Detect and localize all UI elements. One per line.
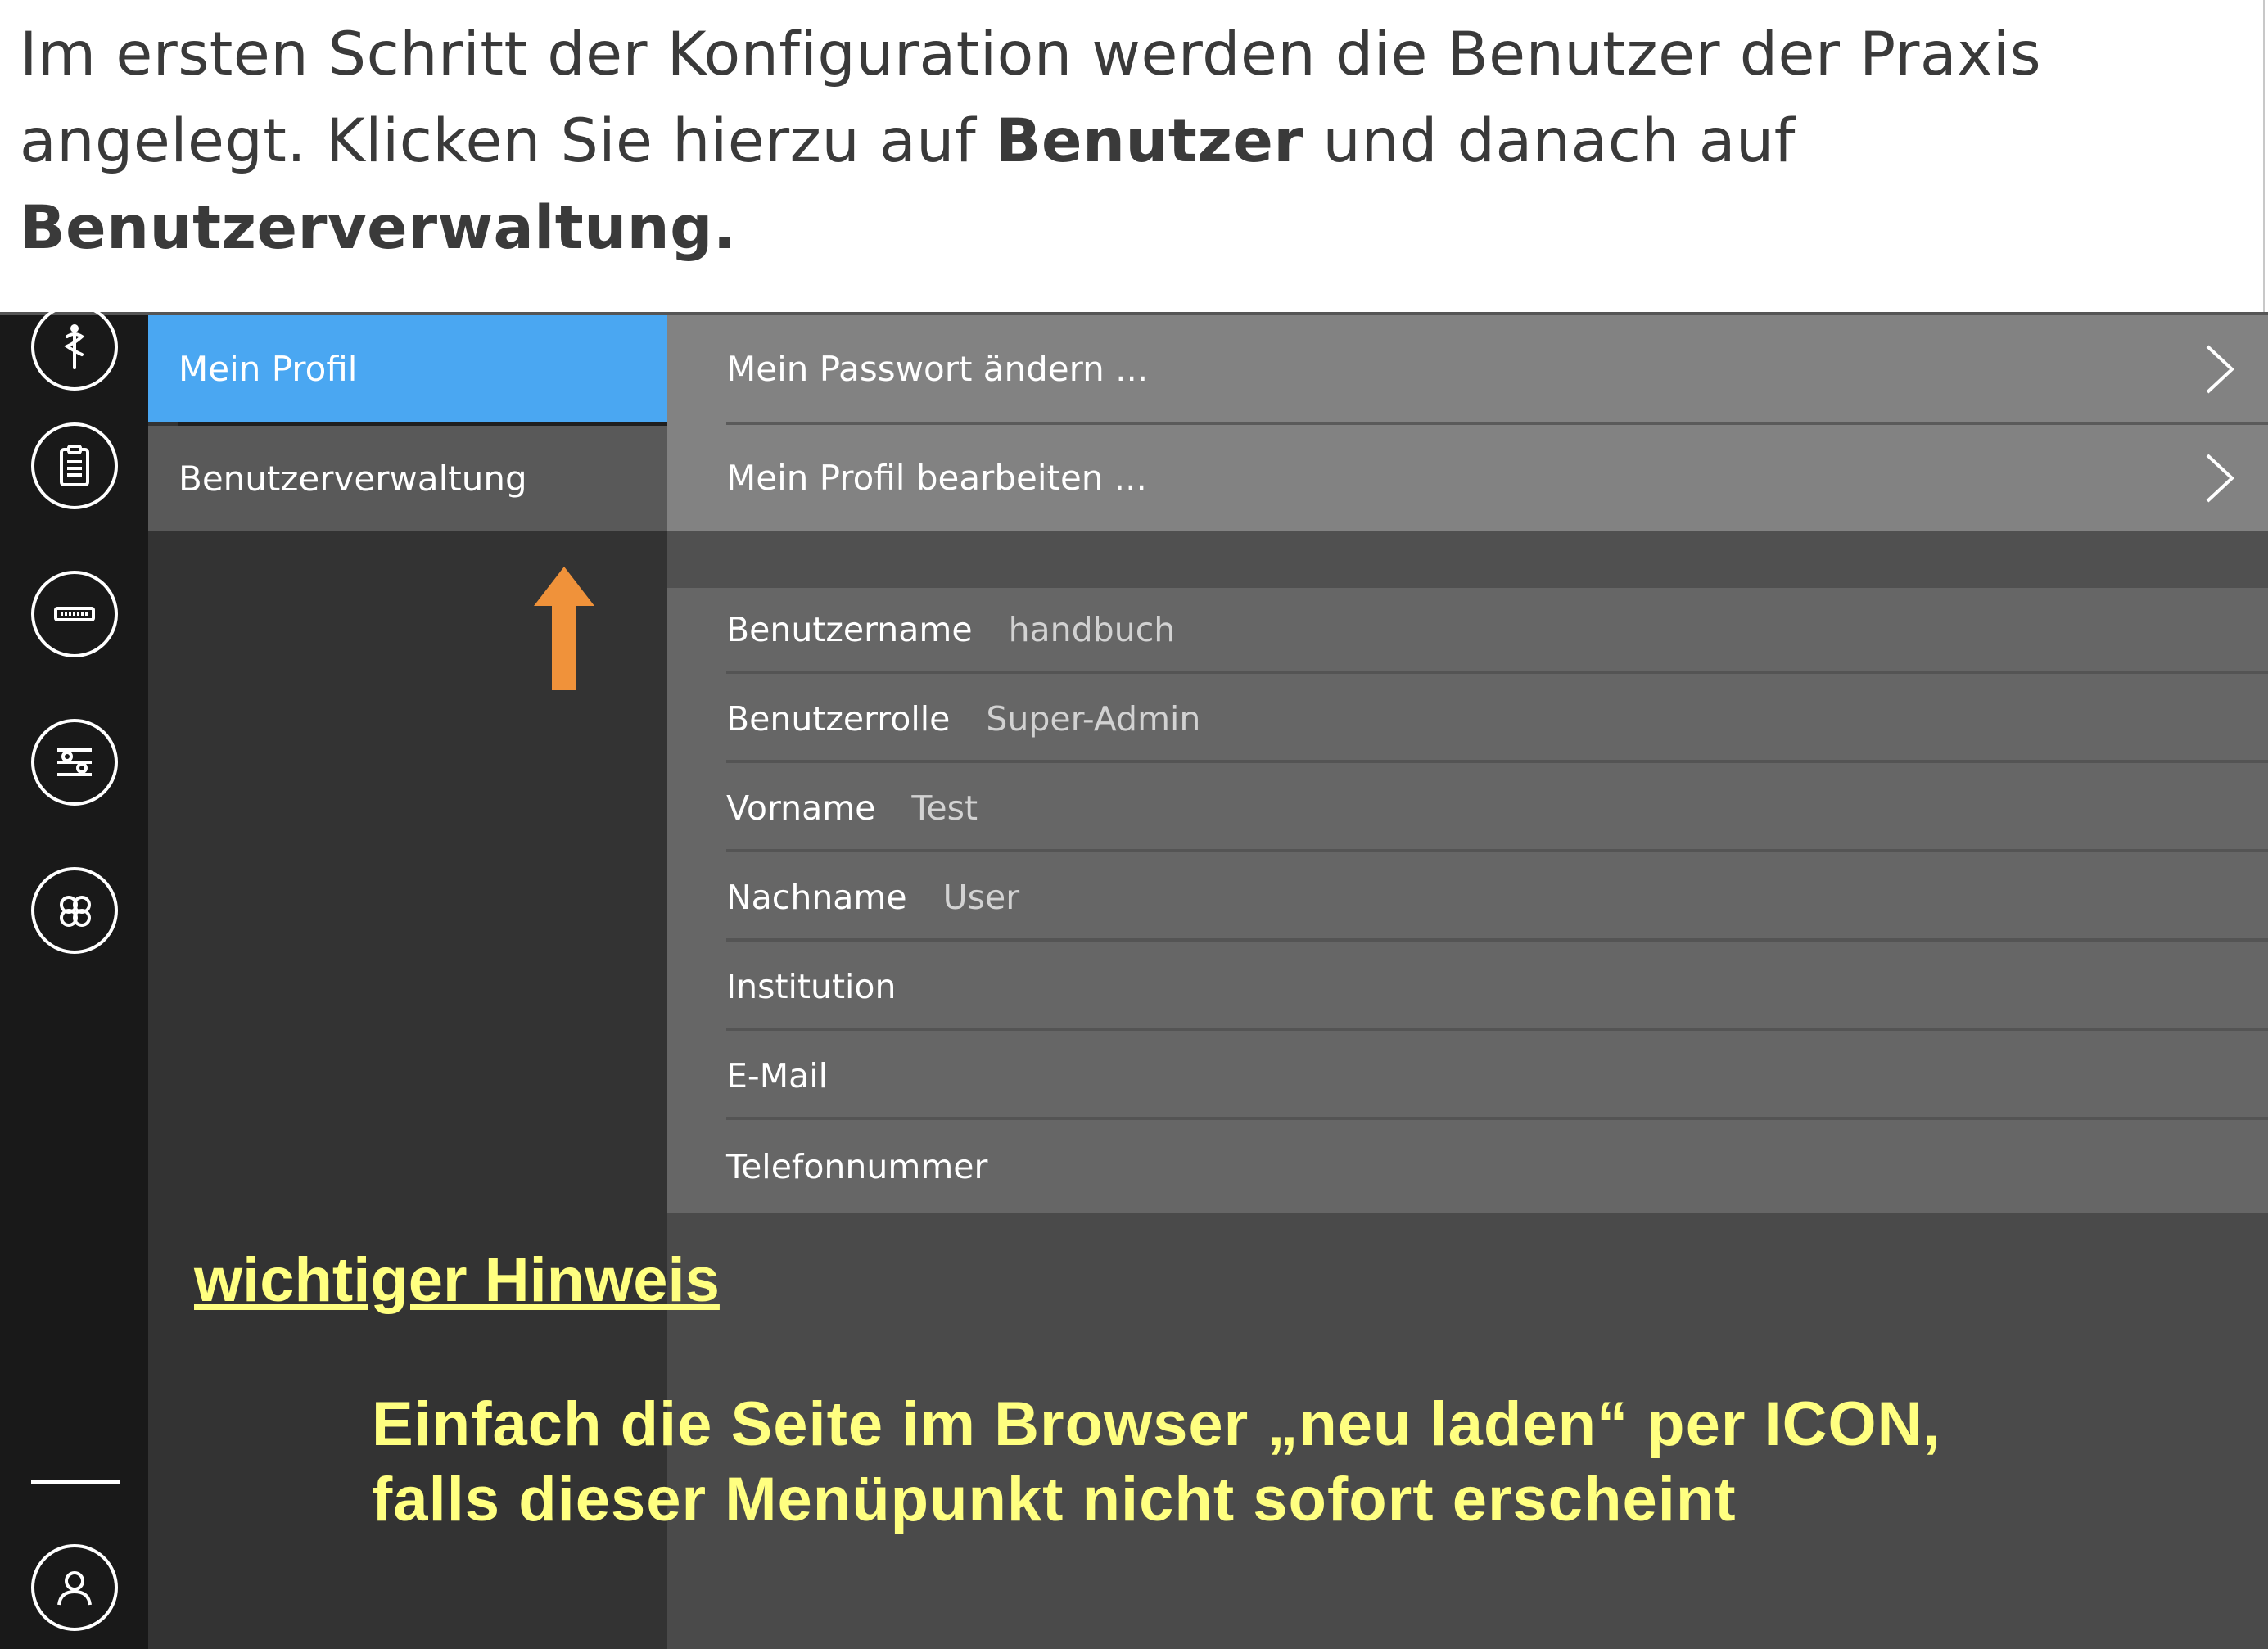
chevron-right-icon xyxy=(2206,454,2234,503)
field-label: Benutzerrolle xyxy=(726,698,951,739)
profile-actions: Mein Passwort ändern ... Mein Profil bea… xyxy=(667,315,2268,531)
clipboard-icon[interactable] xyxy=(31,422,118,509)
menu-item-label: Mein Profil xyxy=(178,348,358,389)
field-value: User xyxy=(942,877,1020,917)
action-label: Mein Profil bearbeiten ... xyxy=(726,457,1147,498)
menu-item-mein-profil[interactable]: Mein Profil xyxy=(148,315,667,422)
field-value: handbuch xyxy=(1008,609,1176,649)
sliders-icon[interactable] xyxy=(31,719,118,806)
field-institution: Institution xyxy=(726,945,2268,1031)
field-label: Institution xyxy=(726,966,897,1006)
sidebar-separator xyxy=(31,1480,120,1484)
field-value: Super-Admin xyxy=(986,698,1201,739)
instruction-part2: und danach auf xyxy=(1303,106,1796,176)
orange-arrow-up-icon xyxy=(534,567,594,690)
profile-details: Benutzername handbuch Benutzerrolle Supe… xyxy=(667,588,2268,1213)
field-label: Benutzername xyxy=(726,609,973,649)
icon-sidebar xyxy=(0,304,148,1649)
field-value: Test xyxy=(911,788,978,828)
field-benutzername: Benutzername handbuch xyxy=(726,588,2268,674)
field-label: Telefonnummer xyxy=(726,1146,988,1186)
device-icon[interactable] xyxy=(31,571,118,657)
section-gap xyxy=(667,531,2268,588)
chevron-right-icon xyxy=(2206,345,2234,394)
menu-item-label: Benutzerverwaltung xyxy=(178,458,527,499)
instruction-bold-benutzerverwaltung: Benutzerverwaltung. xyxy=(20,193,737,263)
instruction-bold-benutzer: Benutzer xyxy=(995,106,1303,176)
action-label: Mein Passwort ändern ... xyxy=(726,348,1149,389)
note-heading: wichtiger Hinweis xyxy=(194,1245,720,1315)
field-vorname: Vorname Test xyxy=(726,766,2268,852)
instruction-text: Im ersten Schritt der Konfiguration werd… xyxy=(0,0,2265,312)
note-line-1: Einfach die Seite im Browser „neu laden“… xyxy=(372,1389,1941,1459)
edit-profile-link[interactable]: Mein Profil bearbeiten ... xyxy=(726,424,2268,531)
note-line-2: falls dieser Menüpunkt nicht sofort ersc… xyxy=(372,1465,1737,1534)
caduceus-icon[interactable] xyxy=(31,304,118,391)
field-email: E-Mail xyxy=(726,1034,2268,1120)
field-telefonnummer: Telefonnummer xyxy=(726,1123,2268,1209)
menu-item-benutzerverwaltung[interactable]: Benutzerverwaltung xyxy=(148,426,667,531)
field-benutzerrolle: Benutzerrolle Super-Admin xyxy=(726,677,2268,763)
field-label: Nachname xyxy=(726,877,907,917)
field-nachname: Nachname User xyxy=(726,856,2268,942)
user-icon[interactable] xyxy=(31,1544,118,1631)
change-password-link[interactable]: Mein Passwort ändern ... xyxy=(726,315,2268,425)
field-label: Vorname xyxy=(726,788,876,828)
field-label: E-Mail xyxy=(726,1055,828,1096)
hexagons-icon[interactable] xyxy=(31,867,118,954)
